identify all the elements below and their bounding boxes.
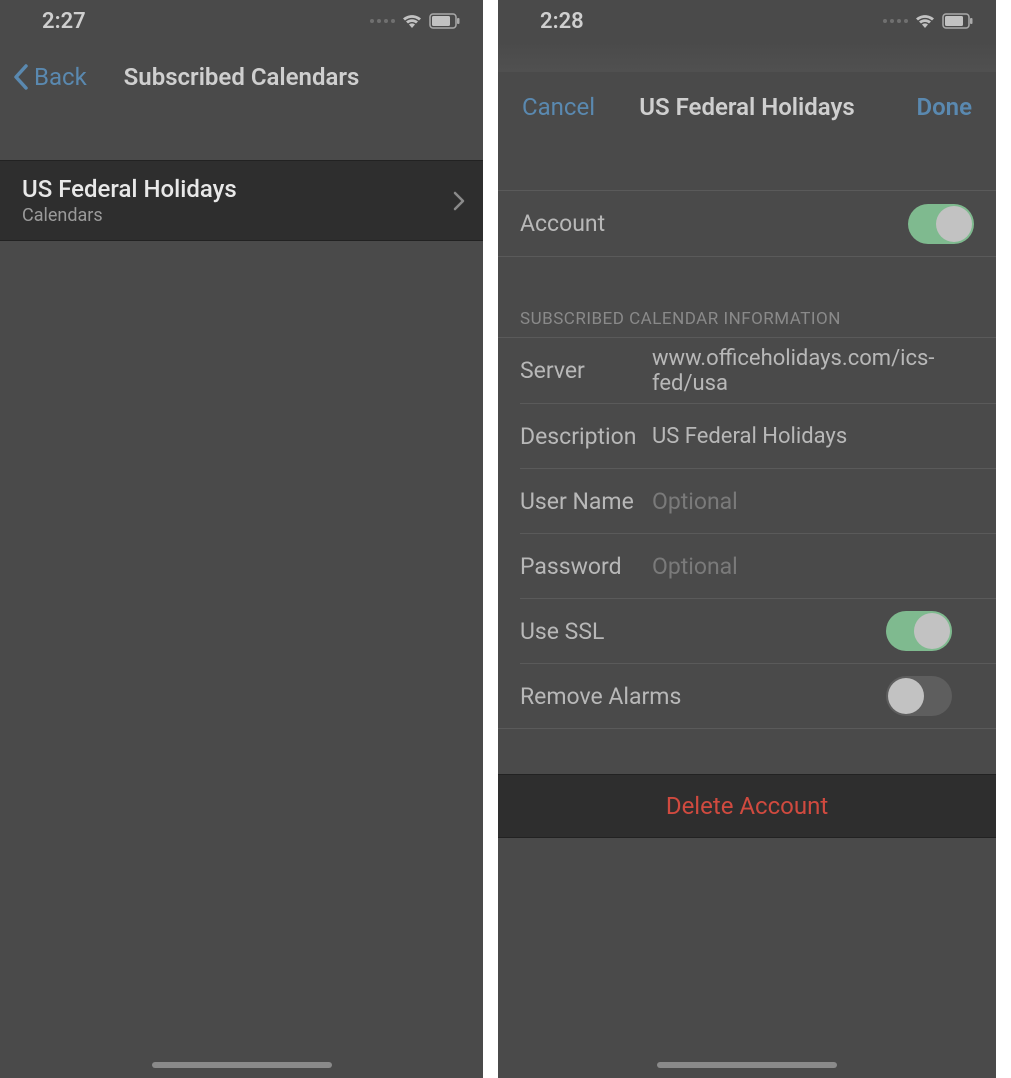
chevron-left-icon	[12, 63, 30, 91]
status-bar: 2:28	[498, 0, 996, 42]
username-placeholder: Optional	[652, 488, 738, 515]
wifi-icon	[401, 13, 423, 29]
status-icons	[370, 13, 461, 29]
wifi-icon	[914, 13, 936, 29]
removealarms-toggle[interactable]	[886, 676, 952, 716]
status-time: 2:28	[540, 9, 584, 34]
battery-icon	[942, 13, 974, 29]
server-label: Server	[520, 357, 652, 384]
battery-icon	[429, 13, 461, 29]
done-button[interactable]: Done	[916, 93, 972, 121]
section-header: SUBSCRIBED CALENDAR INFORMATION	[498, 309, 996, 337]
cancel-button[interactable]: Cancel	[522, 93, 595, 121]
username-label: User Name	[520, 488, 652, 515]
removealarms-label: Remove Alarms	[520, 683, 681, 710]
server-value: www.officeholidays.com/ics-fed/usa	[652, 346, 974, 396]
description-label: Description	[520, 423, 652, 450]
home-indicator[interactable]	[152, 1062, 332, 1068]
cellular-icon	[883, 19, 908, 23]
password-row[interactable]: Password Optional	[520, 533, 996, 598]
server-row[interactable]: Server www.officeholidays.com/ics-fed/us…	[498, 338, 996, 403]
description-value: US Federal Holidays	[652, 424, 847, 449]
back-button[interactable]: Back	[12, 63, 87, 91]
status-icons	[883, 13, 974, 29]
account-section: Account	[498, 190, 996, 257]
home-indicator[interactable]	[657, 1062, 837, 1068]
account-label: Account	[520, 210, 652, 237]
calendar-list-item[interactable]: US Federal Holidays Calendars	[0, 160, 483, 241]
calendar-info-section: Server www.officeholidays.com/ics-fed/us…	[498, 337, 996, 729]
screen-calendar-detail: 2:28 Cancel US Federal Holidays Done Acc…	[498, 0, 996, 1078]
username-row[interactable]: User Name Optional	[520, 468, 996, 533]
description-row[interactable]: Description US Federal Holidays	[520, 403, 996, 468]
list-item-subtitle: Calendars	[22, 205, 237, 226]
status-time: 2:27	[42, 9, 86, 34]
account-toggle[interactable]	[908, 204, 974, 244]
cellular-icon	[370, 19, 395, 23]
list-item-title: US Federal Holidays	[22, 175, 237, 203]
back-label: Back	[34, 63, 87, 91]
account-row: Account	[498, 191, 996, 256]
password-placeholder: Optional	[652, 553, 738, 580]
nav-header: Back Subscribed Calendars	[0, 42, 483, 112]
usessl-label: Use SSL	[520, 618, 604, 645]
screen-subscribed-calendars: 2:27 Back Subscribed Calendars US Federa…	[0, 0, 498, 1078]
removealarms-row: Remove Alarms	[520, 663, 996, 728]
delete-account-button[interactable]: Delete Account	[498, 774, 996, 838]
status-bar: 2:27	[0, 0, 483, 42]
usessl-row: Use SSL	[520, 598, 996, 663]
modal-header: Cancel US Federal Holidays Done	[498, 72, 996, 142]
delete-account-label: Delete Account	[666, 792, 828, 820]
usessl-toggle[interactable]	[886, 611, 952, 651]
password-label: Password	[520, 553, 652, 580]
chevron-right-icon	[453, 191, 465, 211]
